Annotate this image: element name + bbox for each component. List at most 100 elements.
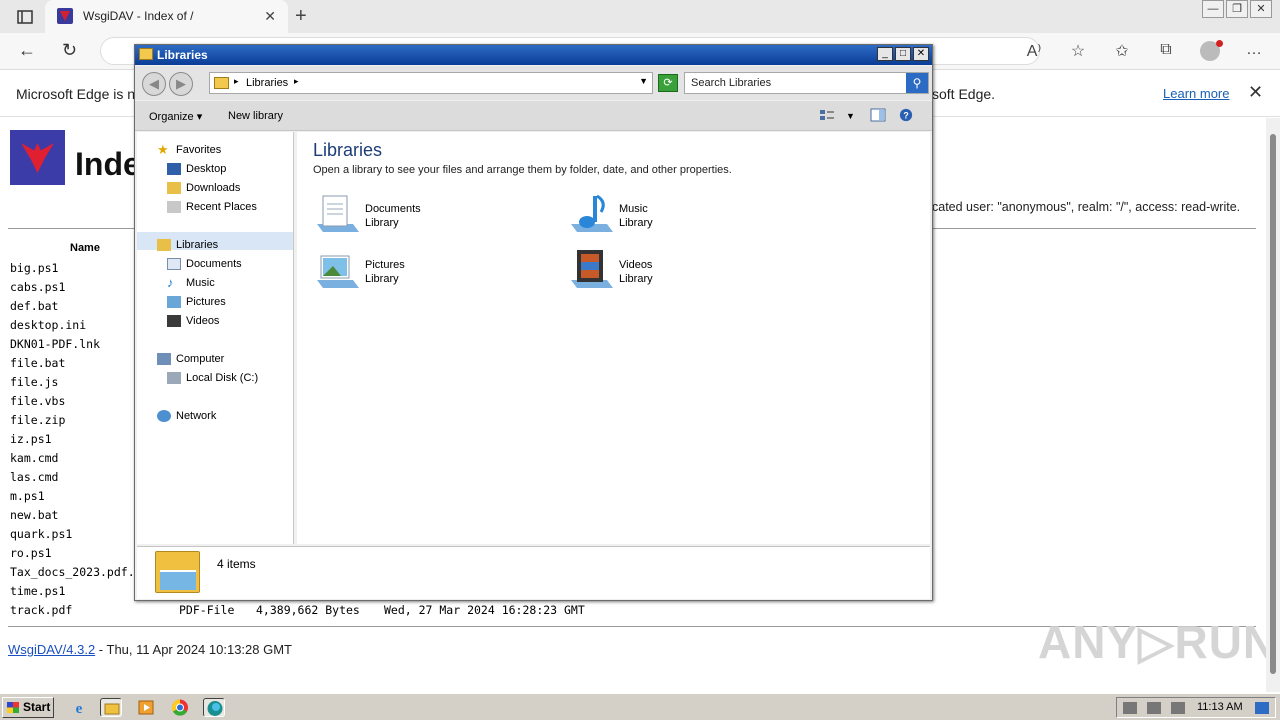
restore-button[interactable]: ❐ [1226, 0, 1248, 18]
library-music[interactable]: Music Library [567, 192, 787, 242]
file-name-link[interactable]: ro.ps1 [10, 546, 52, 560]
library-pictures[interactable]: Pictures Library [313, 248, 533, 298]
browser-toolbar-icons: A⁾ ☆ ✩ ⧉ … [1023, 40, 1265, 66]
breadcrumb-libraries[interactable]: Libraries [246, 77, 288, 89]
explorer-address-bar[interactable]: ▸ Libraries ▸ ▼ [209, 72, 653, 94]
nav-network[interactable]: Network [157, 407, 216, 426]
back-arrow-icon[interactable]: ← [18, 40, 36, 61]
explorer-close-button[interactable]: ✕ [913, 47, 929, 61]
favorites-icon[interactable]: ✩ [1111, 41, 1133, 66]
file-name-link[interactable]: def.bat [10, 299, 58, 313]
explorer-maximize-button[interactable]: □ [895, 47, 911, 61]
file-name-link[interactable]: new.bat [10, 508, 58, 522]
breadcrumb-arrow-icon[interactable]: ▸ [294, 76, 299, 87]
profile-avatar[interactable] [1199, 40, 1223, 66]
add-favorite-icon[interactable]: ☆ [1067, 41, 1089, 66]
page-scrollbar[interactable] [1266, 118, 1280, 692]
edge-taskbar-icon[interactable] [203, 698, 225, 717]
learn-more-link[interactable]: Learn more [1163, 86, 1229, 101]
nav-documents[interactable]: Documents [167, 255, 242, 274]
explorer-forward-button[interactable]: ▶ [169, 72, 193, 96]
nav-desktop[interactable]: Desktop [167, 160, 226, 179]
breadcrumb-arrow-icon[interactable]: ▸ [234, 76, 239, 87]
file-row[interactable]: track.pdf PDF-File 4,389,662 Bytes Wed, 27 … [10, 603, 610, 622]
new-tab-button[interactable]: + [295, 5, 307, 28]
nav-music[interactable]: ♪ Music [167, 274, 215, 293]
name-column-header[interactable]: Name [70, 242, 100, 254]
ie-taskbar-icon[interactable]: e [68, 698, 90, 717]
wsgidav-version-link[interactable]: WsgiDAV/4.3.2 [8, 642, 95, 657]
file-name-link[interactable]: DKN01-PDF.lnk [10, 337, 100, 351]
nav-videos[interactable]: Videos [167, 312, 219, 331]
network-tray-icon[interactable] [1147, 702, 1161, 714]
navigation-pane: ★ Favorites Desktop Downloads Recent Plac… [137, 132, 294, 544]
nav-recent-places[interactable]: Recent Places [167, 198, 257, 217]
file-name-link[interactable]: big.ps1 [10, 261, 58, 275]
search-libraries-input[interactable]: Search Libraries ⚲ [684, 72, 929, 94]
file-name-link[interactable]: iz.ps1 [10, 432, 52, 446]
system-tray: 11:13 AM [1116, 697, 1276, 718]
media-player-taskbar-icon[interactable] [135, 698, 157, 717]
close-window-button[interactable]: ✕ [1250, 0, 1272, 18]
infobar-close-icon[interactable]: ✕ [1248, 82, 1263, 103]
file-name-link[interactable]: m.ps1 [10, 489, 45, 503]
downloads-folder-icon [167, 182, 181, 195]
tab-close-icon[interactable]: ✕ [264, 8, 276, 25]
show-desktop-icon[interactable] [1255, 702, 1269, 714]
address-dropdown-icon[interactable]: ▼ [639, 76, 648, 86]
action-center-flag-icon[interactable] [1171, 702, 1185, 714]
explorer-minimize-button[interactable]: _ [877, 47, 893, 61]
desktop-icon [167, 163, 181, 176]
file-name-link[interactable]: desktop.ini [10, 318, 86, 332]
more-menu-icon[interactable]: … [1243, 41, 1265, 66]
read-aloud-icon[interactable]: A⁾ [1023, 41, 1045, 66]
reload-icon[interactable]: ↻ [62, 40, 77, 61]
change-view-icon[interactable] [819, 108, 835, 122]
minimize-button[interactable]: — [1202, 0, 1224, 18]
file-name-link[interactable]: Tax_docs_2023.pdf. [10, 565, 135, 579]
file-name-link[interactable]: track.pdf [10, 603, 72, 617]
file-name-link[interactable]: kam.cmd [10, 451, 58, 465]
help-icon[interactable]: ? [898, 108, 914, 122]
documents-library-icon [317, 195, 359, 232]
explorer-titlebar[interactable]: Libraries _ □ ✕ [135, 45, 932, 65]
taskbar-clock[interactable]: 11:13 AM [1197, 701, 1243, 713]
explorer-window: Libraries _ □ ✕ ◀ ▶ ▸ Libraries ▸ ▼ ⟳ Se… [134, 44, 933, 601]
libraries-folder-icon [214, 77, 229, 89]
start-button[interactable]: Start [2, 697, 54, 718]
file-name-link[interactable]: file.vbs [10, 394, 65, 408]
preview-pane-icon[interactable] [870, 108, 886, 122]
file-name-link[interactable]: file.zip [10, 413, 65, 427]
file-name-link[interactable]: quark.ps1 [10, 527, 72, 541]
view-dropdown-icon[interactable]: ▼ [846, 111, 855, 121]
new-library-button[interactable]: New library [228, 110, 283, 122]
nav-computer[interactable]: Computer [157, 350, 224, 369]
details-pane: 4 items [137, 546, 930, 599]
file-name-link[interactable]: file.bat [10, 356, 65, 370]
refresh-icon[interactable]: ⟳ [658, 74, 678, 92]
nav-local-disk[interactable]: Local Disk (C:) [167, 369, 258, 388]
organize-button[interactable]: Organize ▾ [149, 110, 202, 123]
nav-pictures[interactable]: Pictures [167, 293, 226, 312]
nav-libraries[interactable]: Libraries [157, 236, 218, 255]
library-documents[interactable]: Documents Library [313, 192, 533, 242]
file-name-link[interactable]: file.js [10, 375, 58, 389]
search-icon[interactable]: ⚲ [906, 73, 928, 93]
nav-favorites[interactable]: ★ Favorites [157, 141, 221, 160]
pictures-library-icon [317, 255, 359, 288]
tab-wsgidav[interactable]: WsgiDAV - Index of / ✕ [45, 0, 288, 33]
explorer-taskbar-icon[interactable] [100, 698, 122, 717]
collections-icon[interactable]: ⧉ [1155, 41, 1177, 66]
tab-title: WsgiDAV - Index of / [83, 9, 194, 23]
explorer-back-button[interactable]: ◀ [142, 72, 166, 96]
file-name-link[interactable]: time.ps1 [10, 584, 65, 598]
file-type: PDF-File [179, 603, 235, 617]
computer-icon [157, 353, 171, 366]
file-name-link[interactable]: cabs.ps1 [10, 280, 65, 294]
chrome-taskbar-icon[interactable] [169, 698, 191, 717]
file-name-link[interactable]: las.cmd [10, 470, 58, 484]
library-videos[interactable]: Videos Library [567, 248, 787, 298]
volume-icon[interactable] [1123, 702, 1137, 714]
nav-downloads[interactable]: Downloads [167, 179, 240, 198]
tab-actions-icon[interactable] [17, 10, 33, 24]
